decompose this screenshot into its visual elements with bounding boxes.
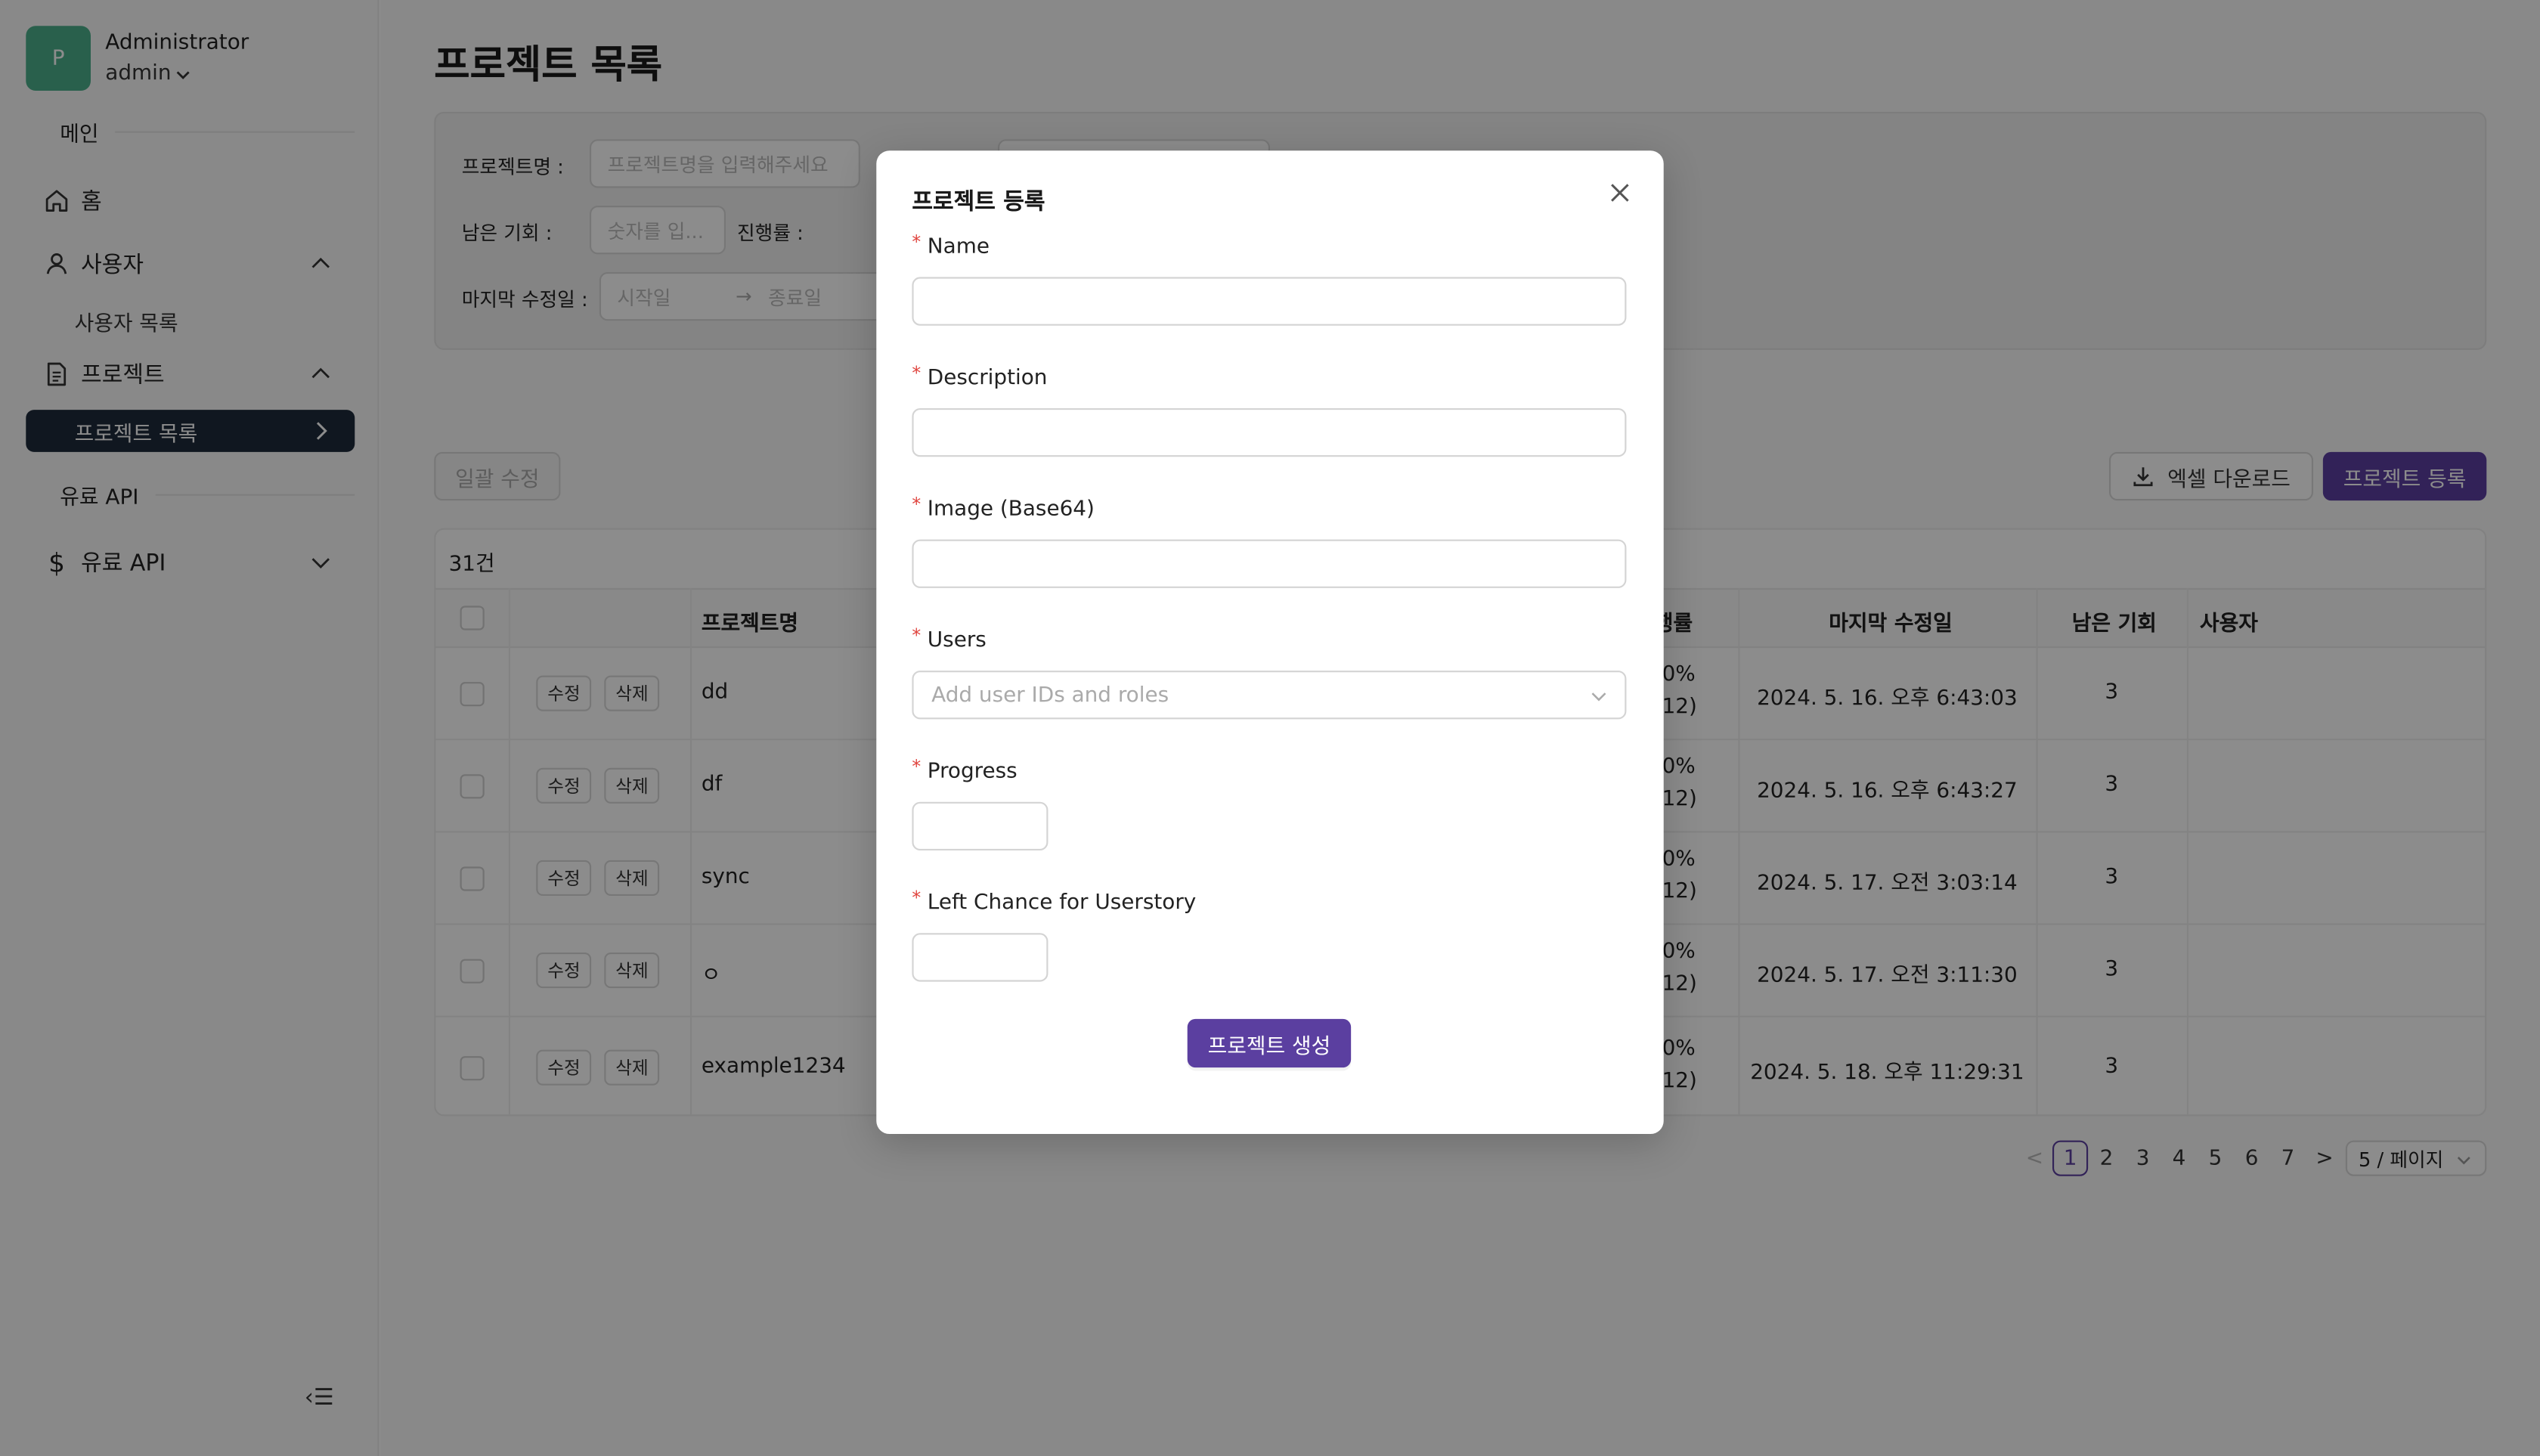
image-input[interactable] — [912, 539, 1627, 588]
chance-input[interactable] — [912, 933, 1049, 982]
name-input[interactable] — [912, 277, 1627, 326]
users-label: * Users — [912, 625, 987, 653]
description-label: * Description — [912, 363, 1048, 391]
image-label: * Image (Base64) — [912, 494, 1095, 522]
progress-label: * Progress — [912, 756, 1018, 785]
name-label: * Name — [912, 231, 990, 259]
register-project-modal: 프로젝트 등록 * Name * Description * Image (Base6… — [876, 150, 1664, 1135]
modal-title: 프로젝트 등록 — [912, 189, 1045, 215]
chevron-down-icon — [1591, 692, 1606, 702]
users-select[interactable]: Add user IDs and roles — [912, 671, 1627, 720]
progress-input[interactable] — [912, 801, 1049, 850]
users-placeholder: Add user IDs and roles — [931, 683, 1169, 708]
chance-label: * Left Chance for Userstory — [912, 888, 1197, 915]
description-input[interactable] — [912, 408, 1627, 457]
close-icon[interactable] — [1607, 180, 1633, 206]
create-project-button[interactable]: 프로젝트 생성 — [1187, 1018, 1352, 1068]
